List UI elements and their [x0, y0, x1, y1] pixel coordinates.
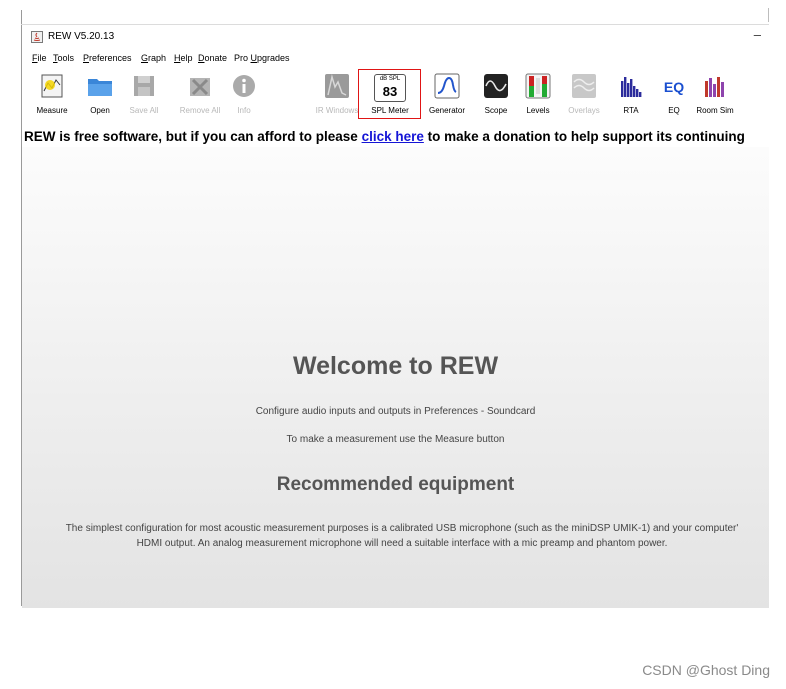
watermark: CSDN @Ghost Ding	[642, 662, 770, 678]
rta-button[interactable]: RTA	[614, 71, 648, 117]
open-button[interactable]: Open	[82, 71, 118, 117]
donation-link[interactable]: click here	[362, 129, 424, 144]
spl-meter-icon: dB SPL 83	[374, 74, 406, 102]
title-bar: REW V5.20.13 –	[22, 25, 769, 49]
toolbar: Measure Open Save All Remove All Info IR…	[22, 69, 769, 119]
window-title: REW V5.20.13	[48, 31, 115, 42]
menu-graph[interactable]: Graph	[141, 53, 166, 63]
welcome-heading: Welcome to REW	[292, 352, 499, 380]
donation-banner: REW is free software, but if you can aff…	[24, 129, 745, 144]
menu-pro-upgrades[interactable]: Pro Upgrades	[234, 53, 290, 63]
welcome-panel: Welcome to REW Configure audio inputs an…	[22, 147, 769, 608]
soundcard-instruction: Configure audio inputs and outputs in Pr…	[255, 406, 536, 417]
overlays-button[interactable]: Overlays	[562, 71, 606, 117]
menu-tools[interactable]: Tools	[53, 53, 74, 63]
measure-icon	[39, 73, 65, 99]
menu-file[interactable]: File	[32, 53, 47, 63]
ir-windows-button[interactable]: IR Windows	[312, 71, 362, 117]
save-all-icon	[131, 73, 157, 99]
minimize-button[interactable]: –	[754, 27, 761, 42]
generator-icon	[434, 73, 460, 99]
menu-preferences[interactable]: Preferences	[83, 53, 132, 63]
ir-windows-icon	[324, 73, 350, 99]
menu-help[interactable]: Help	[174, 53, 193, 63]
eq-icon: EQ	[661, 73, 687, 99]
rew-window: REW V5.20.13 – File Tools Preferences Gr…	[22, 25, 769, 608]
recommended-text: The simplest configuration for most acou…	[65, 523, 739, 549]
room-sim-icon	[702, 73, 728, 99]
generator-button[interactable]: Generator	[422, 71, 472, 117]
eq-button[interactable]: EQ EQ	[658, 71, 690, 117]
remove-all-button[interactable]: Remove All	[172, 71, 228, 117]
info-icon	[231, 73, 257, 99]
folder-icon	[87, 73, 113, 99]
remove-all-icon	[187, 73, 213, 99]
scope-icon	[483, 73, 509, 99]
svg-text:EQ: EQ	[664, 79, 684, 95]
page-mark-right	[768, 8, 769, 22]
save-all-button[interactable]: Save All	[122, 71, 166, 117]
java-app-icon	[31, 31, 43, 43]
levels-button[interactable]: Levels	[520, 71, 556, 117]
info-button[interactable]: Info	[228, 71, 260, 117]
rta-icon	[618, 73, 644, 99]
recommended-heading: Recommended equipment	[276, 474, 515, 495]
overlays-icon	[571, 73, 597, 99]
menu-donate[interactable]: Donate	[198, 53, 227, 63]
measure-instruction: To make a measurement use the Measure bu…	[286, 434, 505, 445]
levels-icon	[525, 73, 551, 99]
measure-button[interactable]: Measure	[30, 71, 74, 117]
scope-button[interactable]: Scope	[478, 71, 514, 117]
spl-meter-button[interactable]: dB SPL 83 SPL Meter	[362, 71, 418, 117]
room-sim-button[interactable]: Room Sim	[692, 71, 738, 117]
